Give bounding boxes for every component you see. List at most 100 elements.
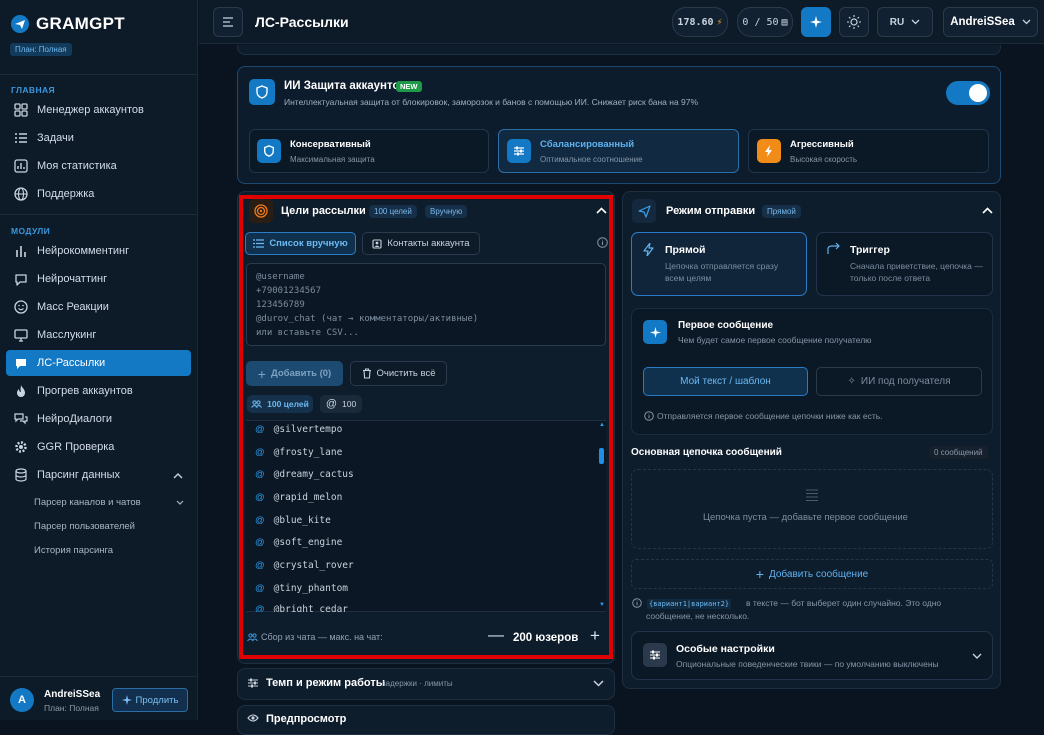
add-message-button[interactable]: + Добавить сообщение xyxy=(631,559,993,589)
shield-icon xyxy=(257,139,281,163)
sidebar-item-label: ЛС-Рассылки xyxy=(37,357,106,369)
sparkle-icon: ✧ xyxy=(847,376,856,387)
sidebar: GRAMGPT План: Полная ГЛАВНАЯ Менеджер ак… xyxy=(0,0,198,720)
chain-empty-text: Цепочка пуста — добавьте первое сообщени… xyxy=(703,512,908,523)
plan-badge: План: Полная xyxy=(10,43,72,56)
direct-title: Прямой xyxy=(665,244,706,256)
sidebar-item-ggr-check[interactable]: GGR Проверка xyxy=(6,434,191,460)
sidebar-item-reactions[interactable]: Масс Реакции xyxy=(6,294,191,320)
list-icon xyxy=(806,489,818,501)
highlight-frame xyxy=(239,195,613,659)
sliders-icon xyxy=(507,139,531,163)
sidebar-item-label: GGR Проверка xyxy=(37,441,115,453)
special-settings[interactable] xyxy=(631,631,993,680)
sidebar-item-label: Масс Реакции xyxy=(37,301,109,313)
preview-title: Предпросмотр xyxy=(266,713,347,725)
divider xyxy=(0,74,198,75)
chevron-down-icon xyxy=(911,19,920,25)
list-icon: ▤ xyxy=(781,16,788,28)
first-message-title: Первое сообщение xyxy=(678,320,774,331)
sidebar-item-label: Парсинг данных xyxy=(37,469,121,481)
chevron-down-icon xyxy=(1022,19,1031,25)
sidebar-item-label: Задачи xyxy=(37,132,74,144)
sidebar-subitem-channel-parser[interactable]: Парсер каналов и чатов xyxy=(34,497,141,508)
section-main-title: ГЛАВНАЯ xyxy=(11,85,56,95)
chevron-down-icon[interactable] xyxy=(593,680,604,687)
sparkle-icon xyxy=(121,695,132,705)
sidebar-item-label: Прогрев аккаунтов xyxy=(37,385,133,397)
menu-icon xyxy=(223,17,233,27)
sidebar-subitem-parse-history[interactable]: История парсинга xyxy=(34,545,113,556)
sidebar-item-support[interactable]: Поддержка xyxy=(6,181,191,207)
sidebar-subitem-user-parser[interactable]: Парсер пользователей xyxy=(34,521,135,532)
mode-conservative[interactable] xyxy=(249,129,489,173)
bolt-icon xyxy=(643,243,654,256)
gear-icon xyxy=(15,441,27,453)
sidebar-item-neurodialogs[interactable]: НейроДиалоги xyxy=(6,406,191,432)
variant-note: в тексте — бот выберет один случайно. Эт… xyxy=(746,598,942,608)
balance-badge[interactable]: 178.60 ⚡ xyxy=(672,7,728,37)
divider xyxy=(0,676,198,677)
sidebar-item-accounts[interactable]: Менеджер аккаунтов xyxy=(6,97,191,123)
avatar[interactable]: A xyxy=(10,688,34,712)
chat-icon xyxy=(15,274,27,286)
button-label: ИИ под получателя xyxy=(860,376,951,387)
button-label: Добавить сообщение xyxy=(768,568,869,580)
grid-icon xyxy=(14,103,28,117)
app-name: GRAMGPT xyxy=(36,14,125,33)
sparkle-icon xyxy=(643,320,667,344)
user-name: AndreiSSea xyxy=(44,689,101,700)
sidebar-item-stats[interactable]: Моя статистика xyxy=(6,153,191,179)
messages-counter[interactable]: 0 / 50 ▤ xyxy=(737,7,793,37)
sidebar-item-warmup[interactable]: Прогрев аккаунтов xyxy=(6,378,191,404)
ai-text-button[interactable]: ✧ ИИ под получателя xyxy=(816,367,982,396)
info-icon xyxy=(632,598,642,608)
send-mode-badge: Прямой xyxy=(762,205,801,218)
sidebar-item-label: Нейрокомментинг xyxy=(37,245,130,257)
chevron-up-icon[interactable] xyxy=(982,207,993,214)
globe-icon xyxy=(14,187,28,201)
balance-value: 178.60 xyxy=(677,16,714,28)
chain-count-badge: 0 сообщений xyxy=(929,446,988,459)
user-plan: План: Полная xyxy=(44,703,99,713)
mode-title: Сбалансированный xyxy=(540,139,635,150)
divider xyxy=(0,214,198,215)
tempo-title: Темп и режим работы xyxy=(266,677,386,689)
sidebar-item-parsing[interactable]: Парсинг данных xyxy=(6,462,191,488)
app-logo[interactable]: GRAMGPT xyxy=(10,14,125,34)
mode-aggressive[interactable] xyxy=(748,129,989,173)
mode-balanced[interactable] xyxy=(498,129,739,173)
protection-toggle[interactable] xyxy=(946,81,990,105)
chevron-down-icon xyxy=(972,653,982,659)
chevron-down-icon[interactable] xyxy=(176,500,184,505)
send-icon xyxy=(632,199,656,223)
ai-button[interactable] xyxy=(801,7,831,37)
sidebar-item-neurochatting[interactable]: Нейрочаттинг xyxy=(6,266,191,292)
theme-toggle-button[interactable] xyxy=(839,7,869,37)
sidebar-item-tasks[interactable]: Задачи xyxy=(6,125,191,151)
sidebar-item-masslooking[interactable]: Масслукинг xyxy=(6,322,191,348)
menu-toggle-button[interactable] xyxy=(213,7,243,37)
trigger-title: Триггер xyxy=(850,244,890,256)
bolt-icon: ⚡ xyxy=(716,16,723,28)
page-title: ЛС-Рассылки xyxy=(255,14,349,30)
sidebar-item-dm-mailing[interactable]: ЛС-Рассылки xyxy=(6,350,191,376)
extend-button[interactable]: Продлить xyxy=(112,688,188,712)
sidebar-item-label: Менеджер аккаунтов xyxy=(37,104,144,116)
language-select[interactable]: RU xyxy=(877,7,933,37)
new-badge: NEW xyxy=(396,81,422,92)
sliders-icon xyxy=(643,643,667,667)
send-icon xyxy=(16,359,26,369)
monitor-icon xyxy=(14,329,28,342)
sun-icon xyxy=(847,15,861,29)
chain-empty-area xyxy=(631,469,993,549)
sidebar-item-neurocommenting[interactable]: Нейрокомментинг xyxy=(6,238,191,264)
chevron-up-icon[interactable] xyxy=(173,472,183,479)
flame-icon xyxy=(17,385,25,397)
user-menu[interactable]: AndreiSSea xyxy=(943,7,1038,37)
mode-title: Консервативный xyxy=(290,139,371,150)
mode-subtitle: Оптимальное соотношение xyxy=(540,155,643,164)
eye-icon xyxy=(247,714,259,722)
my-text-button[interactable]: Мой текст / шаблон xyxy=(643,367,808,396)
sparkle-icon xyxy=(810,16,822,28)
